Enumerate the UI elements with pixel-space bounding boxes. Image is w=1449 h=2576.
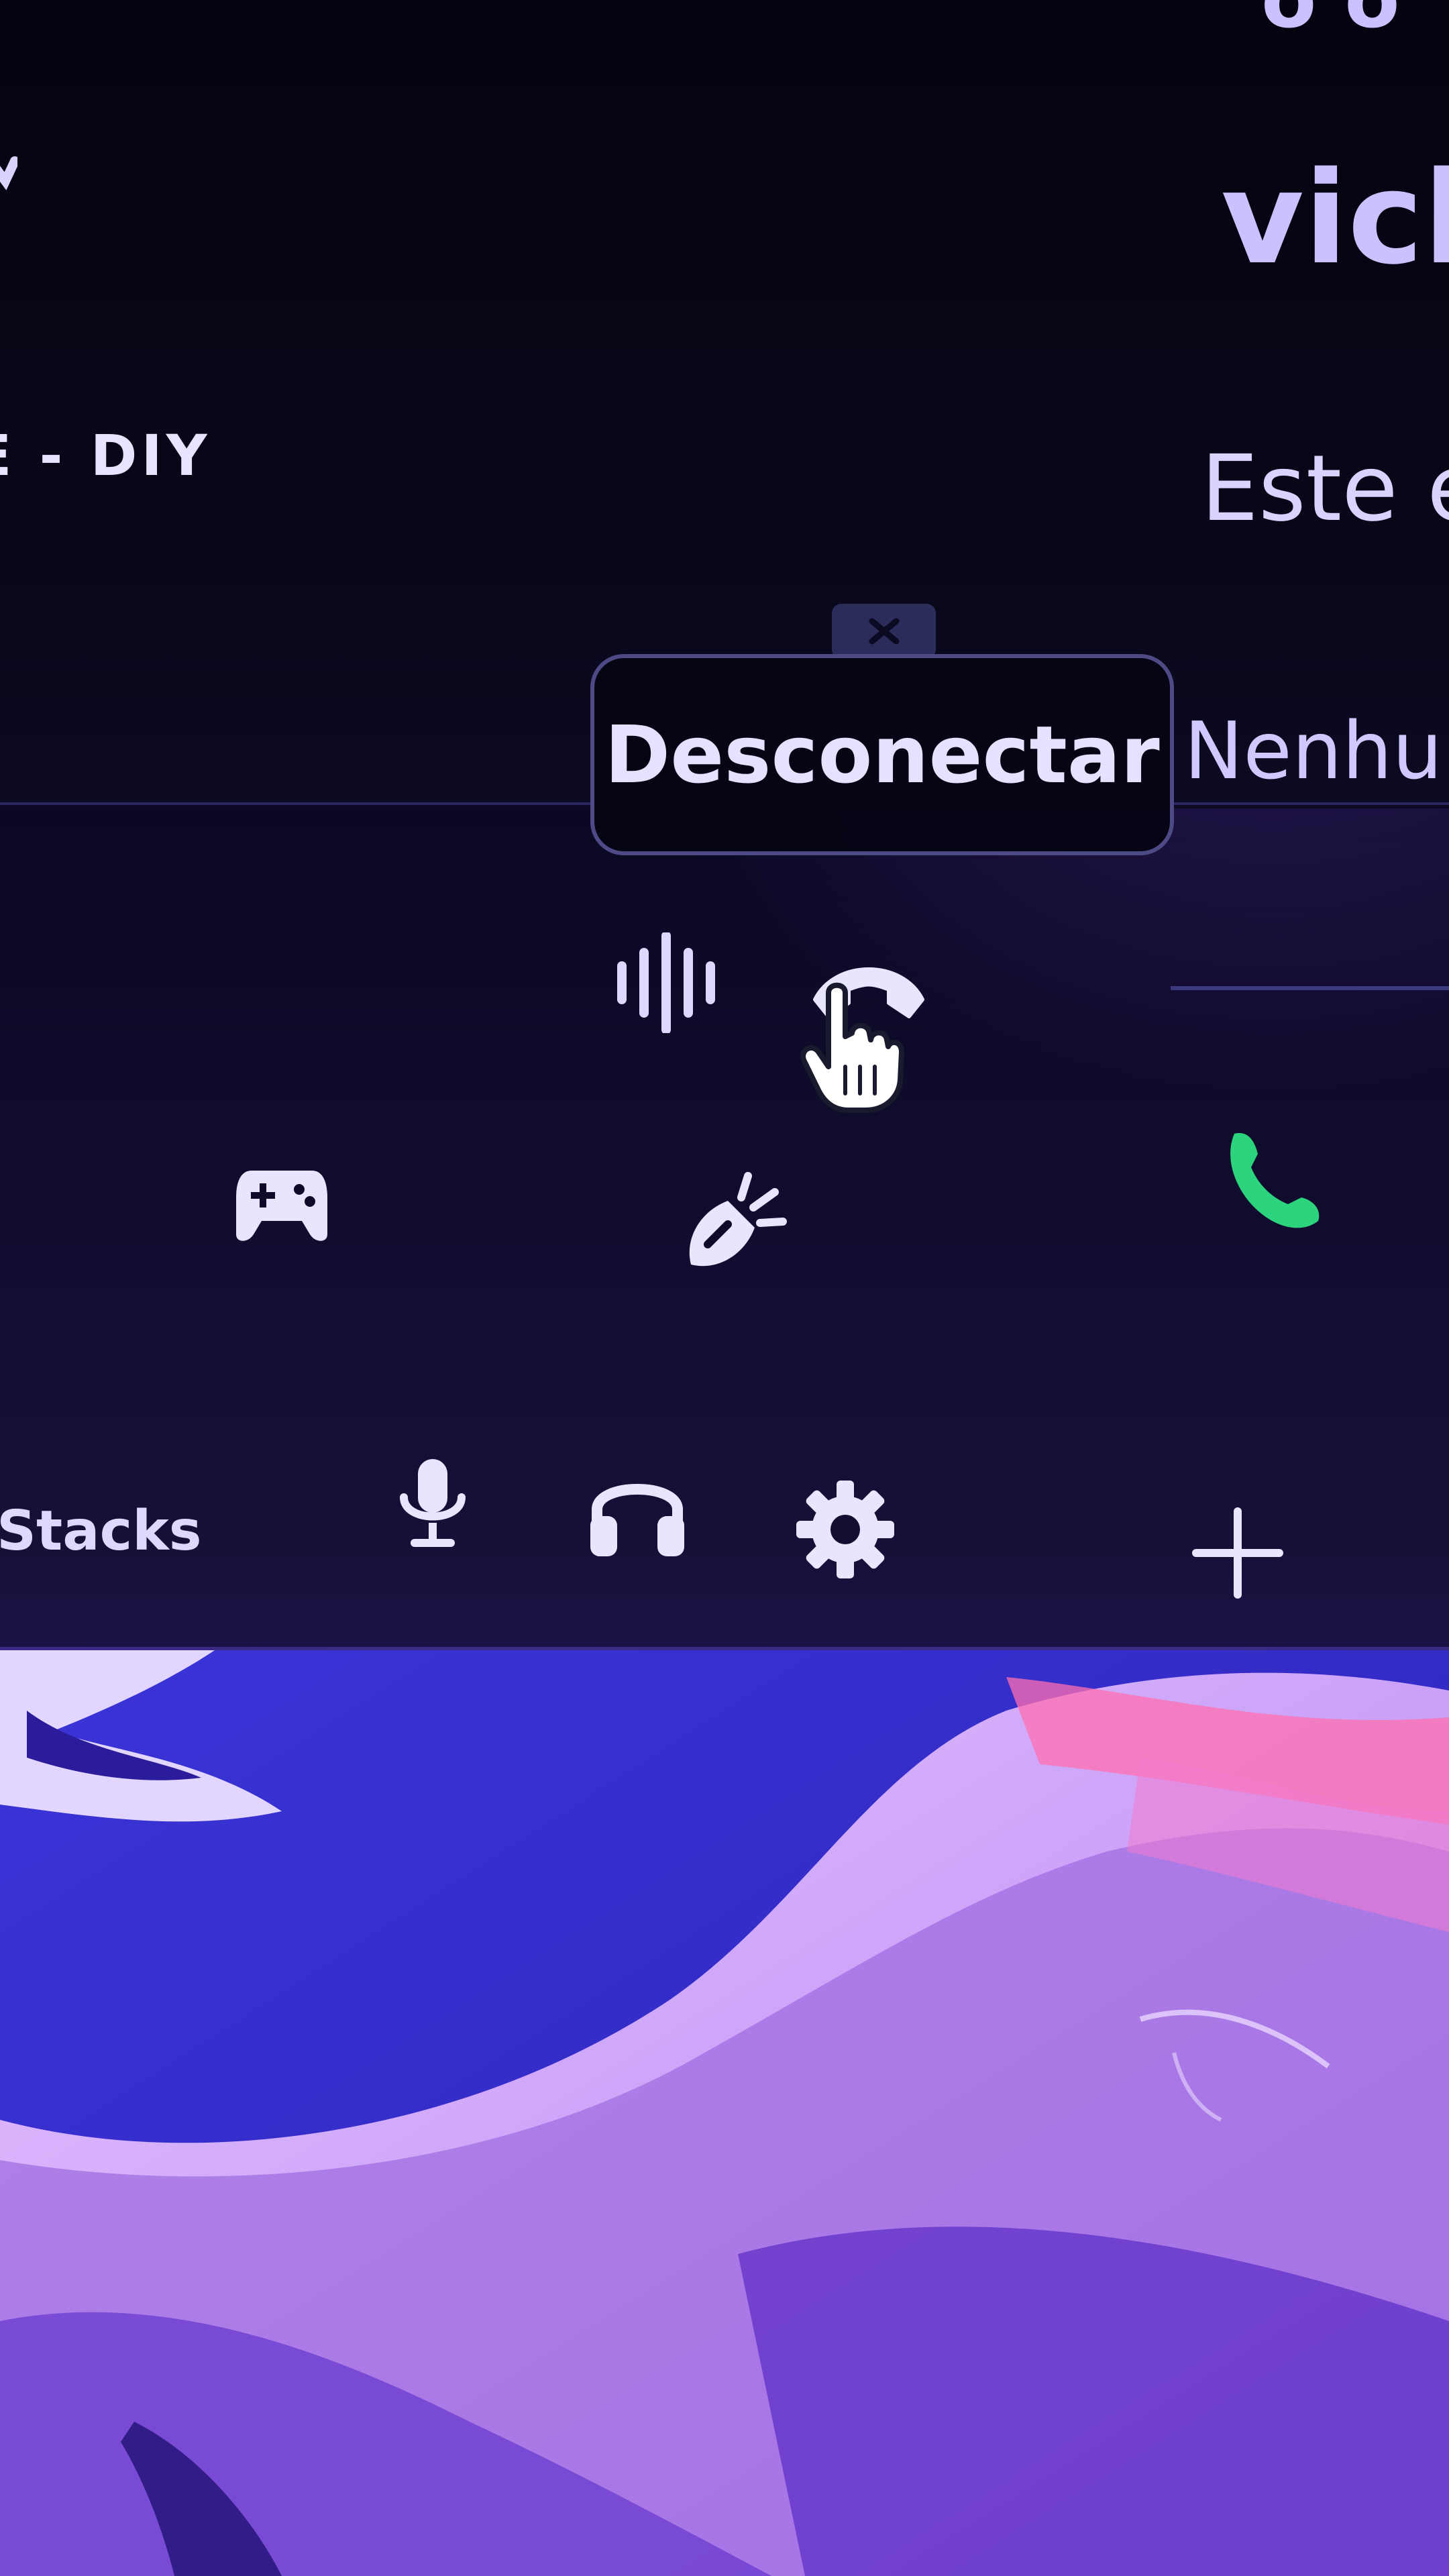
tooltip-label: Desconectar: [604, 708, 1160, 801]
chevron-down-icon[interactable]: [0, 154, 17, 201]
discord-screen: E - DIY o o vick Este é Nenhum Desconect…: [0, 0, 1449, 2576]
profile-description: Este é: [1201, 436, 1449, 542]
profile-name-partial: o o: [1261, 0, 1400, 46]
microphone-icon[interactable]: [396, 1456, 470, 1550]
user-status-label[interactable]: Stacks: [0, 1499, 202, 1563]
soundboard-wave-icon[interactable]: [614, 932, 721, 1033]
plus-icon[interactable]: [1191, 1506, 1285, 1600]
profile-username: vick: [1221, 144, 1449, 292]
tooltip-close-badge: [832, 604, 936, 659]
server-name[interactable]: E - DIY: [0, 423, 211, 488]
desktop-wallpaper-image: [0, 1650, 1449, 2576]
profile-divider: [1171, 986, 1449, 990]
game-controller-icon[interactable]: [235, 1164, 329, 1244]
close-icon: [869, 618, 900, 645]
disconnect-tooltip: Desconectar: [590, 654, 1174, 855]
gear-icon[interactable]: [795, 1479, 896, 1580]
call-icon[interactable]: [1221, 1127, 1322, 1234]
headphones-icon[interactable]: [587, 1459, 688, 1560]
hand-cursor-icon: [800, 982, 904, 1113]
activity-rocket-icon[interactable]: [681, 1171, 788, 1271]
profile-activity: Nenhum: [1184, 704, 1449, 797]
